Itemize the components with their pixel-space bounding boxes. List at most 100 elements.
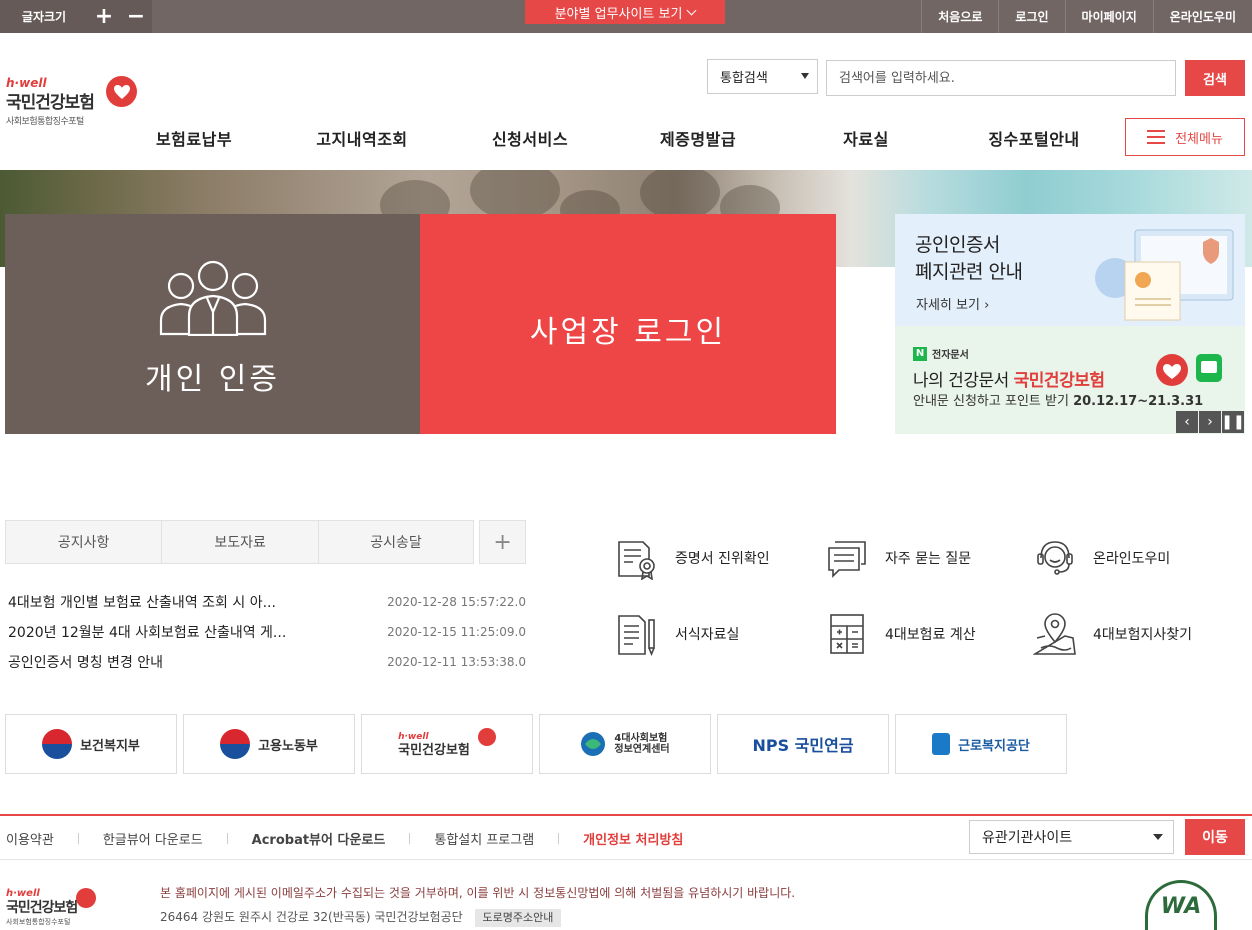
nav-notice-inquiry[interactable]: 고지내역조회: [278, 126, 446, 150]
quick-label: 서식자료실: [675, 627, 740, 643]
banner1-more-label: 자세히 보기: [916, 298, 980, 313]
footer-links: 이용약관 한글뷰어 다운로드 Acrobat뷰어 다운로드 통합설치 프로그램 …: [6, 829, 707, 848]
business-login-label: 사업장 로그인: [529, 315, 727, 350]
business-login-tile[interactable]: 사업장 로그인: [420, 214, 836, 434]
email-notice: 본 홈페이지에 게시된 이메일주소가 수집되는 것을 거부하며, 이를 위반 시…: [160, 886, 796, 900]
terms-link[interactable]: 이용약관: [6, 829, 78, 848]
nhis-logo: h·well 국민건강보험: [398, 730, 470, 758]
banner1-line1: 공인인증서: [915, 234, 1000, 256]
naver-n-icon: N: [913, 346, 927, 361]
org-label: NPS 국민연금: [752, 736, 854, 755]
pause-icon[interactable]: ❚❚: [1221, 411, 1245, 433]
notice-title[interactable]: 공인인증서 명칭 변경 안내: [8, 652, 338, 672]
wa-accessibility-mark-icon: WA: [1145, 880, 1217, 930]
footer-divider: [0, 814, 1252, 816]
org-kcomwel[interactable]: 근로복지공단: [895, 714, 1067, 774]
prev-arrow-icon[interactable]: ‹: [1176, 411, 1198, 433]
nav-certificate-issue[interactable]: 제증명발급: [614, 126, 782, 150]
list-item[interactable]: 4대보험 개인별 보험료 산출내역 조회 시 아... 2020-12-28 1…: [8, 587, 526, 617]
privacy-policy-link[interactable]: 개인정보 처리방침: [559, 829, 707, 848]
next-arrow-icon[interactable]: ›: [1199, 411, 1221, 433]
road-address-button[interactable]: 도로명주소안내: [474, 909, 562, 927]
online-help-link[interactable]: 온라인도우미: [1152, 0, 1252, 33]
certificate-notice-banner[interactable]: 공인인증서 폐지관련 안내 자세히 보기 ›: [895, 214, 1245, 326]
org-label: 보건복지부: [80, 738, 140, 754]
notice-title[interactable]: 2020년 12월분 4대 사회보험료 산출내역 게...: [8, 622, 338, 642]
personal-auth-tile[interactable]: 개인 인증: [5, 214, 420, 434]
notice-more-button[interactable]: +: [479, 520, 526, 564]
tab-public-service[interactable]: 공시송달: [317, 520, 475, 564]
search-scope-select[interactable]: 통합검색: [707, 59, 818, 94]
banner-slider-controls: ‹ › ❚❚: [1176, 411, 1245, 433]
nav-premium-payment[interactable]: 보험료납부: [110, 126, 278, 150]
org-mohw[interactable]: 보건복지부: [5, 714, 177, 774]
nav-application-service[interactable]: 신청서비스: [446, 126, 614, 150]
kcomwel-logo-icon: [932, 733, 951, 755]
list-item[interactable]: 공인인증서 명칭 변경 안내 2020-12-11 13:53:38.0: [8, 647, 526, 677]
notice-date: 2020-12-28 15:57:22.0: [387, 595, 526, 609]
org-label: 4대사회보험 정보연계센터: [614, 733, 669, 755]
document-pen-icon: [618, 615, 655, 656]
address-line: 26464 강원도 원주시 건강로 32(반곡동) 국민건강보험공단 도로명주소…: [160, 905, 795, 929]
main-navigation: 보험료납부 고지내역조회 신청서비스 제증명발급 자료실 징수포털안내: [110, 126, 1120, 150]
quick-certificate-verify[interactable]: 증명서 진위확인: [615, 535, 815, 581]
field-sites-button[interactable]: 분야별 업무사이트 보기: [525, 0, 725, 24]
go-button[interactable]: 이동: [1185, 819, 1245, 855]
banner2-title: 나의 건강문서 국민건강보험: [913, 366, 1105, 391]
quick-label: 온라인도우미: [1093, 551, 1171, 567]
calculator-icon: [830, 614, 864, 654]
certificate-verify-icon: [618, 541, 655, 580]
search-input[interactable]: [826, 60, 1176, 96]
notice-date: 2020-12-15 11:25:09.0: [387, 625, 526, 639]
quick-online-help[interactable]: 온라인도우미: [1033, 535, 1233, 581]
banner1-more-link[interactable]: 자세히 보기 ›: [916, 294, 989, 313]
quick-premium-calculator[interactable]: 4대보험료 계산: [825, 611, 1025, 657]
heart-logo-icon: [477, 728, 496, 746]
banner2-subtitle-text: 안내문 신청하고 포인트 받기: [913, 394, 1069, 409]
notice-title[interactable]: 4대보험 개인별 보험료 산출내역 조회 시 아...: [8, 592, 338, 612]
org-label: 국민건강보험: [398, 743, 470, 758]
top-links: 처음으로 로그인 마이페이지 온라인도우미: [921, 0, 1252, 33]
quick-branch-finder[interactable]: 4대보험지사찾기: [1033, 611, 1233, 657]
nhis-hwell: h·well: [398, 732, 429, 742]
field-sites-label: 분야별 업무사이트 보기: [554, 6, 683, 22]
headset-agent-icon: [1037, 541, 1073, 575]
faq-chat-icon: [828, 541, 866, 578]
heart-and-chat-icon: [1156, 354, 1222, 386]
search-button[interactable]: 검색: [1185, 60, 1245, 96]
hwp-viewer-link[interactable]: 한글뷰어 다운로드: [79, 829, 227, 848]
list-item[interactable]: 2020년 12월분 4대 사회보험료 산출내역 게... 2020-12-15…: [8, 617, 526, 647]
all-menu-label: 전체메뉴: [1175, 131, 1223, 147]
dropdown-arrow-icon: [801, 73, 809, 79]
banner2-title-b: 국민건강보험: [1013, 371, 1105, 391]
org-moel[interactable]: 고용노동부: [183, 714, 355, 774]
font-decrease-button[interactable]: −: [120, 0, 152, 33]
home-link[interactable]: 처음으로: [921, 0, 998, 33]
org-nps[interactable]: NPS 국민연금: [717, 714, 889, 774]
top-utility-bar: 글자크기 + − 분야별 업무사이트 보기 처음으로 로그인 마이페이지 온라인…: [0, 0, 1252, 33]
all-menu-button[interactable]: 전체메뉴: [1125, 118, 1245, 156]
notice-date: 2020-12-11 13:53:38.0: [387, 655, 526, 669]
install-program-link[interactable]: 통합설치 프로그램: [410, 829, 558, 848]
related-org-banners: 보건복지부 고용노동부 h·well 국민건강보험 4대사회보험 정보연계센터 …: [5, 714, 1067, 774]
nav-archive[interactable]: 자료실: [782, 126, 950, 150]
font-increase-button[interactable]: +: [88, 0, 120, 33]
org-nhis[interactable]: h·well 국민건강보험: [361, 714, 533, 774]
nav-portal-guide[interactable]: 징수포털안내: [950, 126, 1118, 150]
banner1-line2: 폐지관련 안내: [915, 261, 1023, 283]
banner1-title: 공인인증서 폐지관련 안내: [915, 232, 1023, 286]
quick-label: 증명서 진위확인: [675, 551, 770, 567]
org-label: 근로복지공단: [958, 738, 1030, 754]
mypage-link[interactable]: 마이페이지: [1064, 0, 1153, 33]
quick-faq[interactable]: 자주 묻는 질문: [825, 535, 1025, 581]
quick-forms-archive[interactable]: 서식자료실: [615, 611, 815, 657]
related-sites-select[interactable]: 유관기관사이트: [969, 820, 1174, 854]
login-link[interactable]: 로그인: [998, 0, 1064, 33]
tab-notice[interactable]: 공지사항: [5, 520, 162, 564]
e-document-tag-label: 전자문서: [932, 350, 969, 361]
org-info-center[interactable]: 4대사회보험 정보연계센터: [539, 714, 711, 774]
quick-label: 4대보험료 계산: [885, 627, 976, 643]
acrobat-viewer-link[interactable]: Acrobat뷰어 다운로드: [228, 829, 410, 848]
tab-press[interactable]: 보도자료: [161, 520, 318, 564]
people-group-icon: [159, 260, 266, 336]
